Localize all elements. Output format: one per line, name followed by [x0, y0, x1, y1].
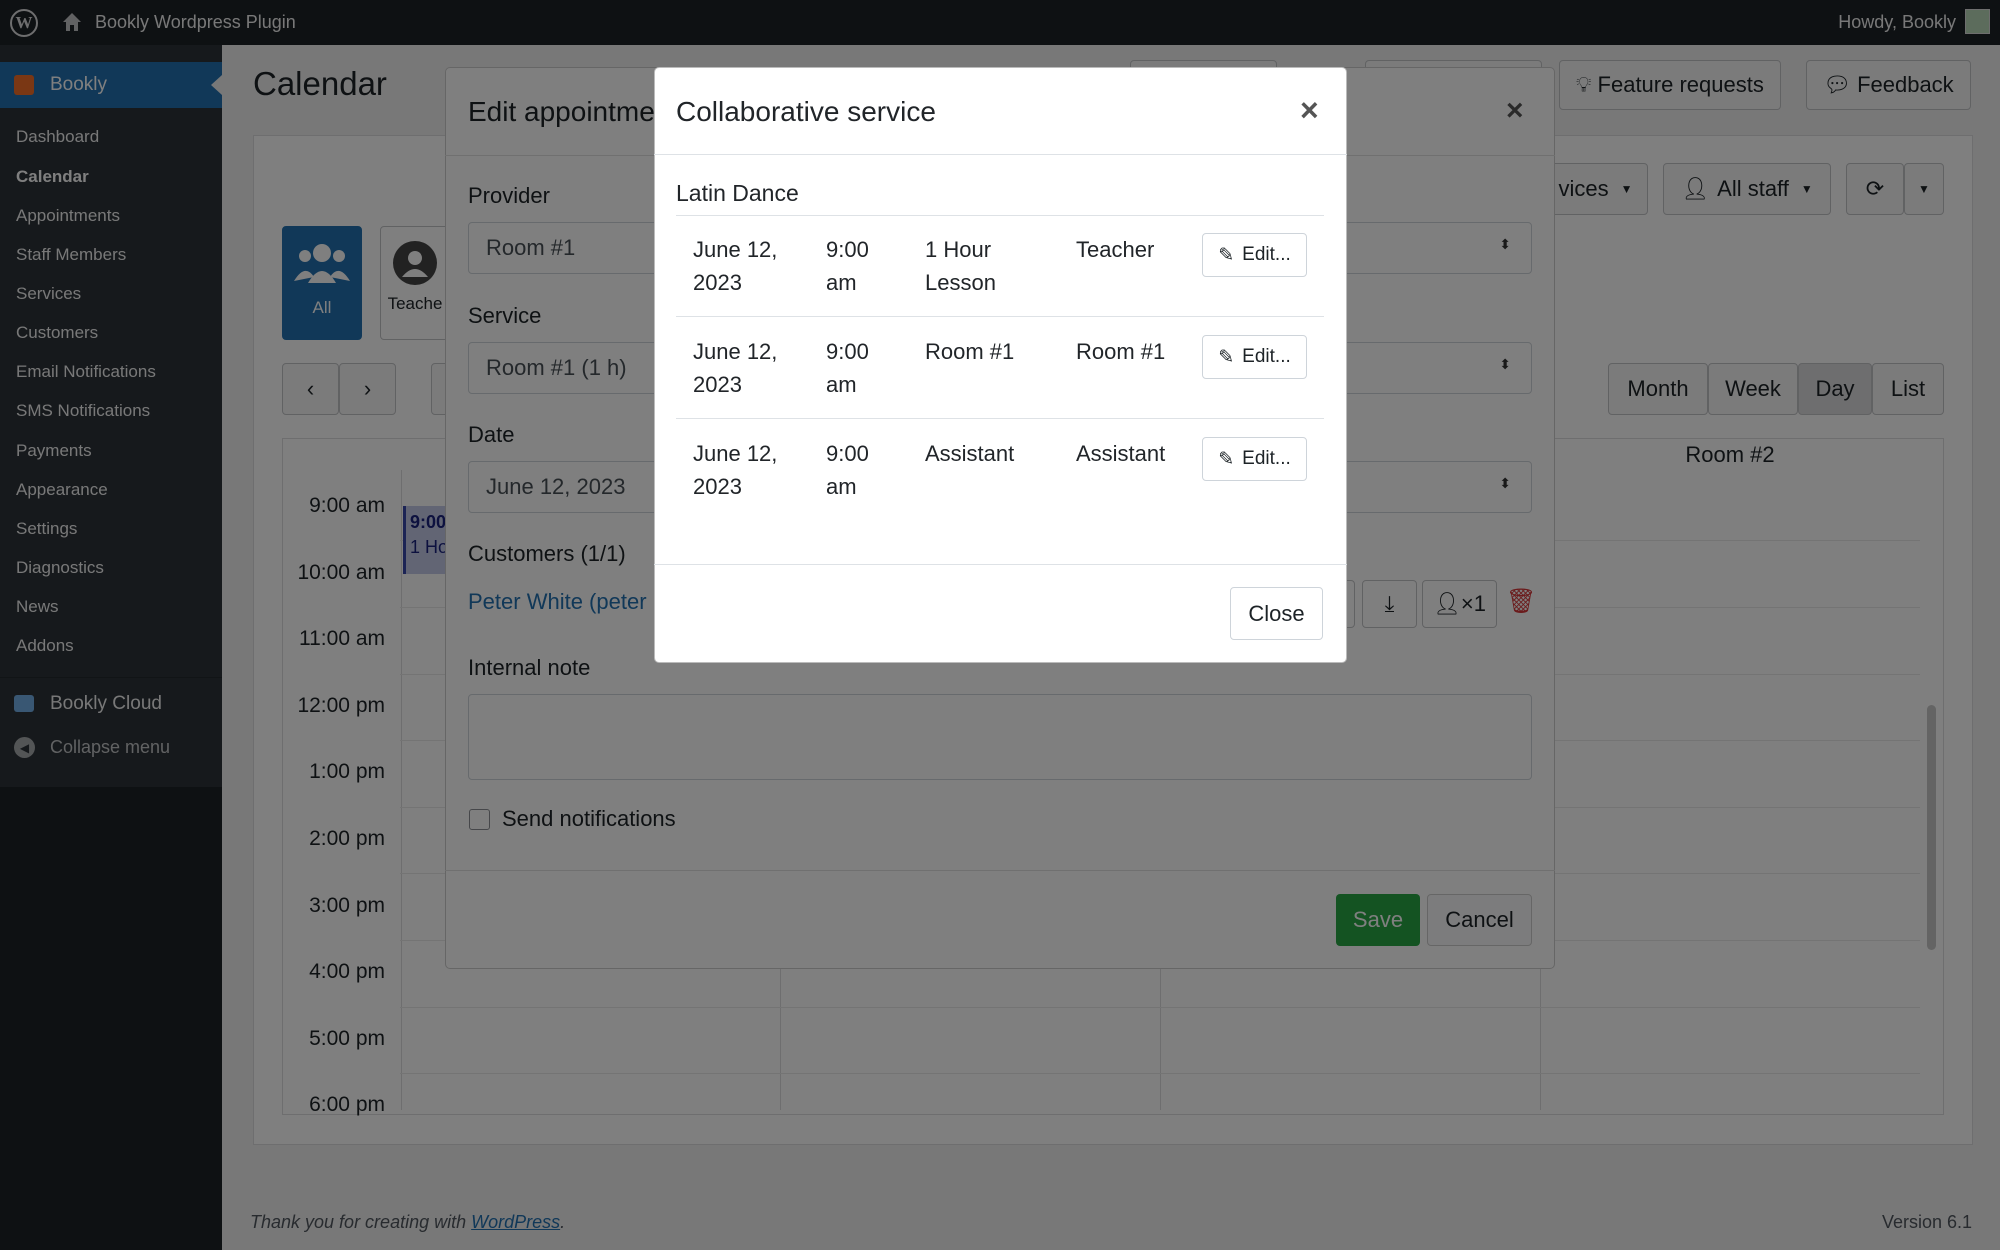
modal-footer-divider	[654, 564, 1347, 565]
table-divider	[676, 418, 1324, 419]
service-line-1: 1 Hour	[925, 237, 992, 262]
service-line-2: Lesson	[925, 270, 996, 295]
time-line-1: 9:00	[826, 441, 869, 466]
date-line-2: 2023	[693, 372, 742, 397]
edit-pencil-icon: ✎	[1218, 244, 1235, 266]
table-divider	[676, 215, 1324, 216]
table-divider	[676, 316, 1324, 317]
edit-label: Edit...	[1242, 346, 1291, 367]
row-time: 9:00 am	[826, 233, 869, 299]
edit-label: Edit...	[1242, 448, 1291, 469]
close-button[interactable]: Close	[1230, 587, 1323, 640]
row-service: Assistant	[925, 437, 1014, 470]
service-line-1: Room #1	[925, 339, 1015, 364]
time-line-2: am	[826, 474, 857, 499]
edit-label: Edit...	[1242, 244, 1291, 265]
row-date: June 12, 2023	[693, 335, 777, 401]
time-line-2: am	[826, 372, 857, 397]
row-time: 9:00 am	[826, 335, 869, 401]
edit-pencil-icon: ✎	[1218, 448, 1235, 470]
row-service: Room #1	[925, 335, 1014, 368]
service-line-1: Assistant	[925, 441, 1015, 466]
date-line-2: 2023	[693, 270, 742, 295]
row-staff: Assistant	[1076, 441, 1166, 466]
date-line-2: 2023	[693, 474, 742, 499]
time-line-1: 9:00	[826, 237, 869, 262]
modal-header-divider	[654, 154, 1347, 155]
collab-modal-title: Collaborative service	[676, 96, 936, 127]
date-line-1: June 12,	[693, 237, 778, 262]
row-time: 9:00 am	[826, 437, 869, 503]
close-icon[interactable]: ×	[1300, 92, 1319, 129]
edit-button[interactable]: ✎ Edit...	[1202, 233, 1307, 277]
row-staff: Room #1	[1076, 339, 1166, 364]
time-line-2: am	[826, 270, 857, 295]
date-line-1: June 12,	[693, 441, 778, 466]
time-line-1: 9:00	[826, 339, 869, 364]
row-staff: Teacher	[1076, 237, 1155, 262]
row-date: June 12, 2023	[693, 437, 777, 503]
edit-pencil-icon: ✎	[1218, 346, 1235, 368]
edit-button[interactable]: ✎ Edit...	[1202, 335, 1307, 379]
edit-button[interactable]: ✎ Edit...	[1202, 437, 1307, 481]
row-service: 1 Hour Lesson	[925, 233, 996, 299]
date-line-1: June 12,	[693, 339, 778, 364]
group-title: Latin Dance	[676, 180, 799, 206]
row-date: June 12, 2023	[693, 233, 777, 299]
